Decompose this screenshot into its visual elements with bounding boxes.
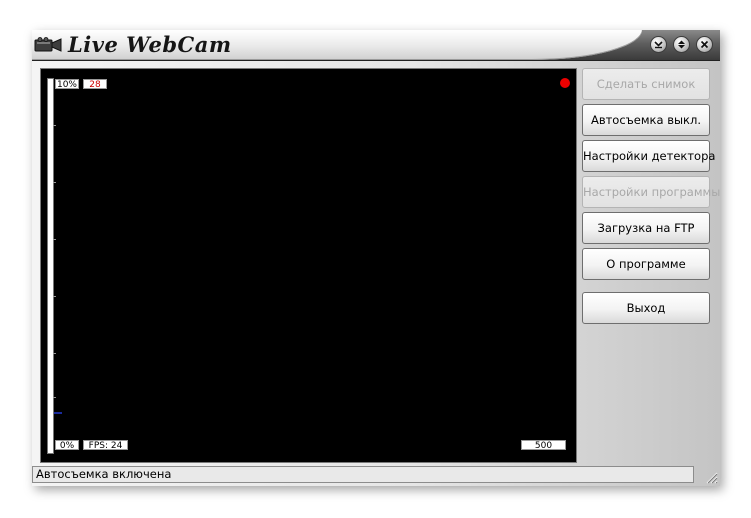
- bottom-percent-label: 0%: [55, 440, 79, 450]
- slider-tick: [53, 239, 56, 240]
- slider-tick: [53, 182, 56, 183]
- status-text: Автосъемка включена: [36, 467, 172, 481]
- app-title: Live WebCam: [68, 32, 232, 57]
- resize-grip-icon[interactable]: [704, 470, 718, 484]
- restore-button[interactable]: [673, 36, 690, 53]
- slider-tick: [53, 397, 56, 398]
- program-settings-button[interactable]: Настройки программы: [582, 176, 720, 208]
- threshold-value-label: 500: [521, 440, 566, 450]
- chevron-down-icon: [654, 41, 663, 49]
- about-button[interactable]: О программе: [582, 248, 710, 280]
- up-down-icon: [678, 40, 685, 49]
- recording-indicator: [560, 78, 570, 88]
- title-bar[interactable]: Live WebCam: [32, 30, 720, 61]
- ftp-upload-button[interactable]: Загрузка на FTP: [582, 212, 710, 244]
- fps-label: FPS: 24: [83, 440, 128, 450]
- take-snapshot-button[interactable]: Сделать снимок: [582, 68, 710, 100]
- status-bar: Автосъемка включена: [32, 466, 694, 483]
- slider-marker[interactable]: [54, 412, 62, 414]
- top-percent-label: 10%: [55, 79, 79, 89]
- motion-value-label: 28: [83, 79, 107, 89]
- slider-tick: [53, 353, 56, 354]
- video-preview: 10% 28 0% FPS: 24 500: [40, 68, 577, 463]
- close-icon: [700, 40, 709, 49]
- sensitivity-slider[interactable]: [47, 78, 62, 454]
- close-button[interactable]: [696, 36, 713, 53]
- minimize-button[interactable]: [650, 36, 667, 53]
- main-window: Live WebCam 10% 28 0% FPS: 24 500 Сделат…: [32, 30, 720, 486]
- webcam-icon: [34, 37, 62, 52]
- slider-tick: [53, 125, 56, 126]
- exit-button[interactable]: Выход: [582, 292, 710, 324]
- detector-settings-button[interactable]: Настройки детектора: [582, 140, 715, 172]
- slider-tick: [53, 296, 56, 297]
- auto-capture-toggle-button[interactable]: Автосъемка выкл.: [582, 104, 710, 136]
